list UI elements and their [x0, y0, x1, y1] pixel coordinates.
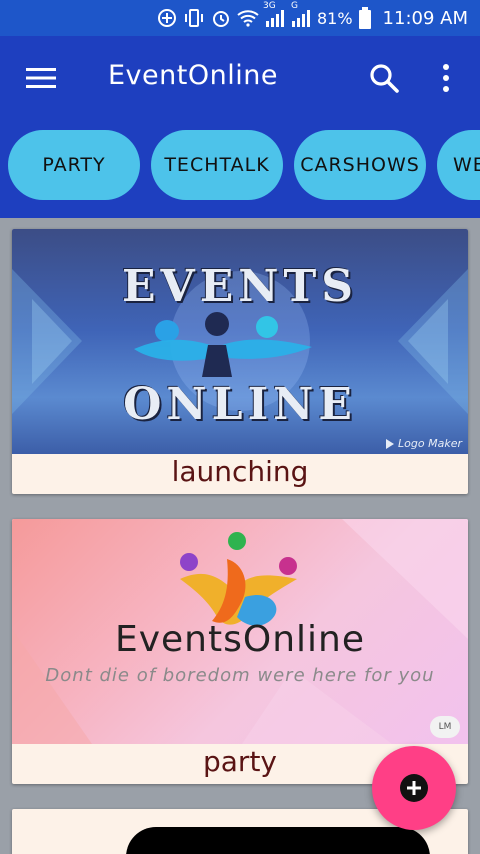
clock: 11:09 AM	[382, 7, 468, 29]
wifi-icon	[237, 9, 259, 27]
event-image: EVENTS ONLINE Logo Maker	[12, 229, 468, 454]
sync-icon	[157, 8, 177, 28]
app-title: EventOnline	[108, 60, 278, 91]
event-image	[126, 827, 430, 854]
image-headline-1: EVENTS	[122, 261, 358, 312]
category-tabs: PARTY TECHTALK CARSHOWS WE	[0, 120, 480, 218]
tab-party[interactable]: PARTY	[8, 130, 140, 200]
signal-3g-icon: 3G	[263, 1, 285, 27]
menu-icon[interactable]	[26, 66, 56, 90]
event-caption: launching	[171, 455, 309, 488]
image-tagline: Dont die of boredom were here for you	[45, 665, 435, 686]
alarm-icon	[211, 8, 231, 28]
event-image: EventsOnline Dont die of boredom were he…	[12, 519, 468, 744]
play-icon	[386, 439, 395, 449]
signal-g-icon: G	[291, 1, 311, 27]
add-icon	[400, 774, 428, 802]
tab-label: TECHTALK	[164, 154, 270, 176]
tab-carshows[interactable]: CARSHOWS	[294, 130, 426, 200]
tab-label: CARSHOWS	[300, 154, 420, 176]
vibrate-icon	[183, 8, 205, 28]
status-bar: 3G G 81% 11:09 AM	[0, 0, 480, 36]
tab-techtalk[interactable]: TECHTALK	[151, 130, 283, 200]
event-card[interactable]: EVENTS ONLINE Logo Maker launching	[12, 229, 468, 494]
tab-label: WE	[453, 154, 480, 176]
watermark-text: Logo Maker	[398, 437, 462, 450]
more-vert-icon[interactable]	[436, 62, 456, 94]
image-badge: LM	[430, 716, 460, 738]
tab-label: PARTY	[42, 154, 106, 176]
app-bar: EventOnline	[0, 36, 480, 120]
image-headline-2: ONLINE	[123, 379, 357, 430]
net1-label: 3G	[262, 1, 276, 11]
image-brand: EventsOnline	[114, 619, 365, 660]
badge-text: LM	[438, 722, 452, 732]
image-watermark: Logo Maker	[386, 437, 462, 450]
battery-icon	[358, 7, 371, 29]
status-icons: 3G G 81% 11:09 AM	[157, 0, 468, 36]
add-event-button[interactable]	[372, 746, 456, 830]
battery-percent: 81%	[316, 8, 353, 28]
event-card[interactable]: EventsOnline Dont die of boredom were he…	[12, 519, 468, 784]
tab-we[interactable]: WE	[437, 130, 480, 200]
net2-label: G	[290, 1, 298, 11]
search-icon[interactable]	[368, 62, 400, 94]
